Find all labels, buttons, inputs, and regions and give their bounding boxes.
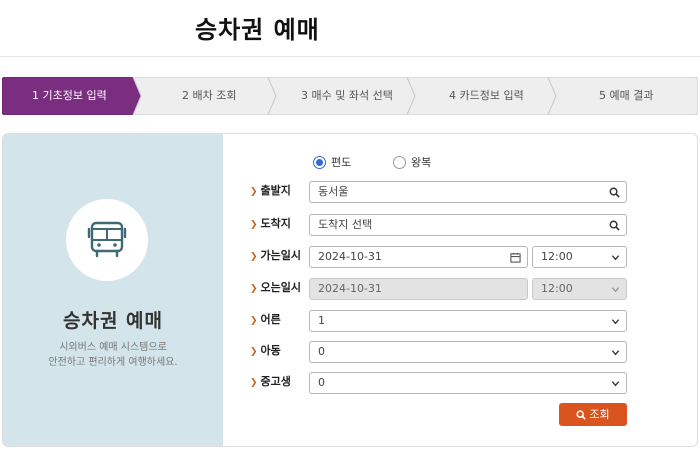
search-button[interactable]: 조회 xyxy=(559,403,627,426)
panel-desc-line-2: 안전하고 편리하게 여행하세요. xyxy=(48,357,178,368)
depart-time-value: 12:00 xyxy=(541,250,573,263)
panel-desc-line-1: 시외버스 예매 시스템으로 xyxy=(59,342,167,353)
adult-count-select[interactable]: 1 xyxy=(309,310,627,332)
return-date-field: 2024-10-31 xyxy=(309,278,528,300)
step-2: 2 배차 조회 xyxy=(182,89,237,102)
step-4: 4 카드정보 입력 xyxy=(449,89,524,102)
student-count-select[interactable]: 0 xyxy=(309,372,627,394)
return-time-value: 12:00 xyxy=(541,282,573,295)
info-panel: 승차권 예매 시외버스 예매 시스템으로 안전하고 편리하게 여행하세요. xyxy=(3,134,223,446)
one-way-radio[interactable] xyxy=(313,156,326,169)
return-date-value: 2024-10-31 xyxy=(318,282,382,295)
adult-label: ❯ 어른 xyxy=(250,313,281,326)
child-count-value: 0 xyxy=(318,345,325,358)
adult-count-value: 1 xyxy=(318,314,325,327)
calendar-icon[interactable] xyxy=(510,247,521,267)
bus-icon xyxy=(87,221,127,258)
panel-description: 시외버스 예매 시스템으로 안전하고 편리하게 여행하세요. xyxy=(3,340,223,370)
departure-label: ❯ 출발지 xyxy=(250,184,291,197)
student-count-value: 0 xyxy=(318,376,325,389)
child-label: ❯ 아동 xyxy=(250,344,281,357)
search-icon[interactable] xyxy=(609,215,620,235)
departure-value: 동서울 xyxy=(318,185,349,198)
search-button-label: 조회 xyxy=(589,408,610,421)
step-1: 1 기초정보 입력 xyxy=(32,89,107,102)
page-title: 승차권 예매 xyxy=(195,16,320,44)
return-date-label: ❯ 오는일시 xyxy=(250,281,302,294)
one-way-label[interactable]: 편도 xyxy=(331,156,351,169)
step-5: 5 예매 결과 xyxy=(599,89,654,102)
search-icon[interactable] xyxy=(609,182,620,202)
departure-field[interactable]: 동서울 xyxy=(309,181,627,203)
bus-icon-badge xyxy=(66,199,148,281)
step-3: 3 매수 및 좌석 선택 xyxy=(301,89,393,102)
depart-date-value: 2024-10-31 xyxy=(318,250,382,263)
depart-date-field[interactable]: 2024-10-31 xyxy=(309,246,528,268)
panel-title: 승차권 예매 xyxy=(62,310,163,332)
round-trip-label[interactable]: 왕복 xyxy=(411,156,431,169)
student-label: ❯ 중고생 xyxy=(250,375,291,388)
round-trip-radio[interactable] xyxy=(393,156,406,169)
trip-type-group: 편도 왕복 xyxy=(313,156,443,170)
chevron-down-icon xyxy=(611,342,620,362)
depart-time-select[interactable]: 12:00 xyxy=(532,246,627,268)
step-progress: 1 기초정보 입력 2 배차 조회 3 매수 및 좌석 선택 4 카드정보 입력… xyxy=(2,77,698,115)
child-count-select[interactable]: 0 xyxy=(309,341,627,363)
arrival-label: ❯ 도착지 xyxy=(250,217,291,230)
arrival-field[interactable]: 도착지 선택 xyxy=(309,214,627,236)
chevron-down-icon xyxy=(611,247,620,267)
chevron-down-icon xyxy=(611,373,620,393)
return-time-select: 12:00 xyxy=(532,278,627,300)
header: 승차권 예매 xyxy=(0,0,700,57)
chevron-down-icon xyxy=(611,279,620,299)
search-icon xyxy=(576,410,587,420)
arrival-placeholder: 도착지 선택 xyxy=(318,218,373,231)
chevron-down-icon xyxy=(611,311,620,331)
depart-date-label: ❯ 가는일시 xyxy=(250,249,302,262)
